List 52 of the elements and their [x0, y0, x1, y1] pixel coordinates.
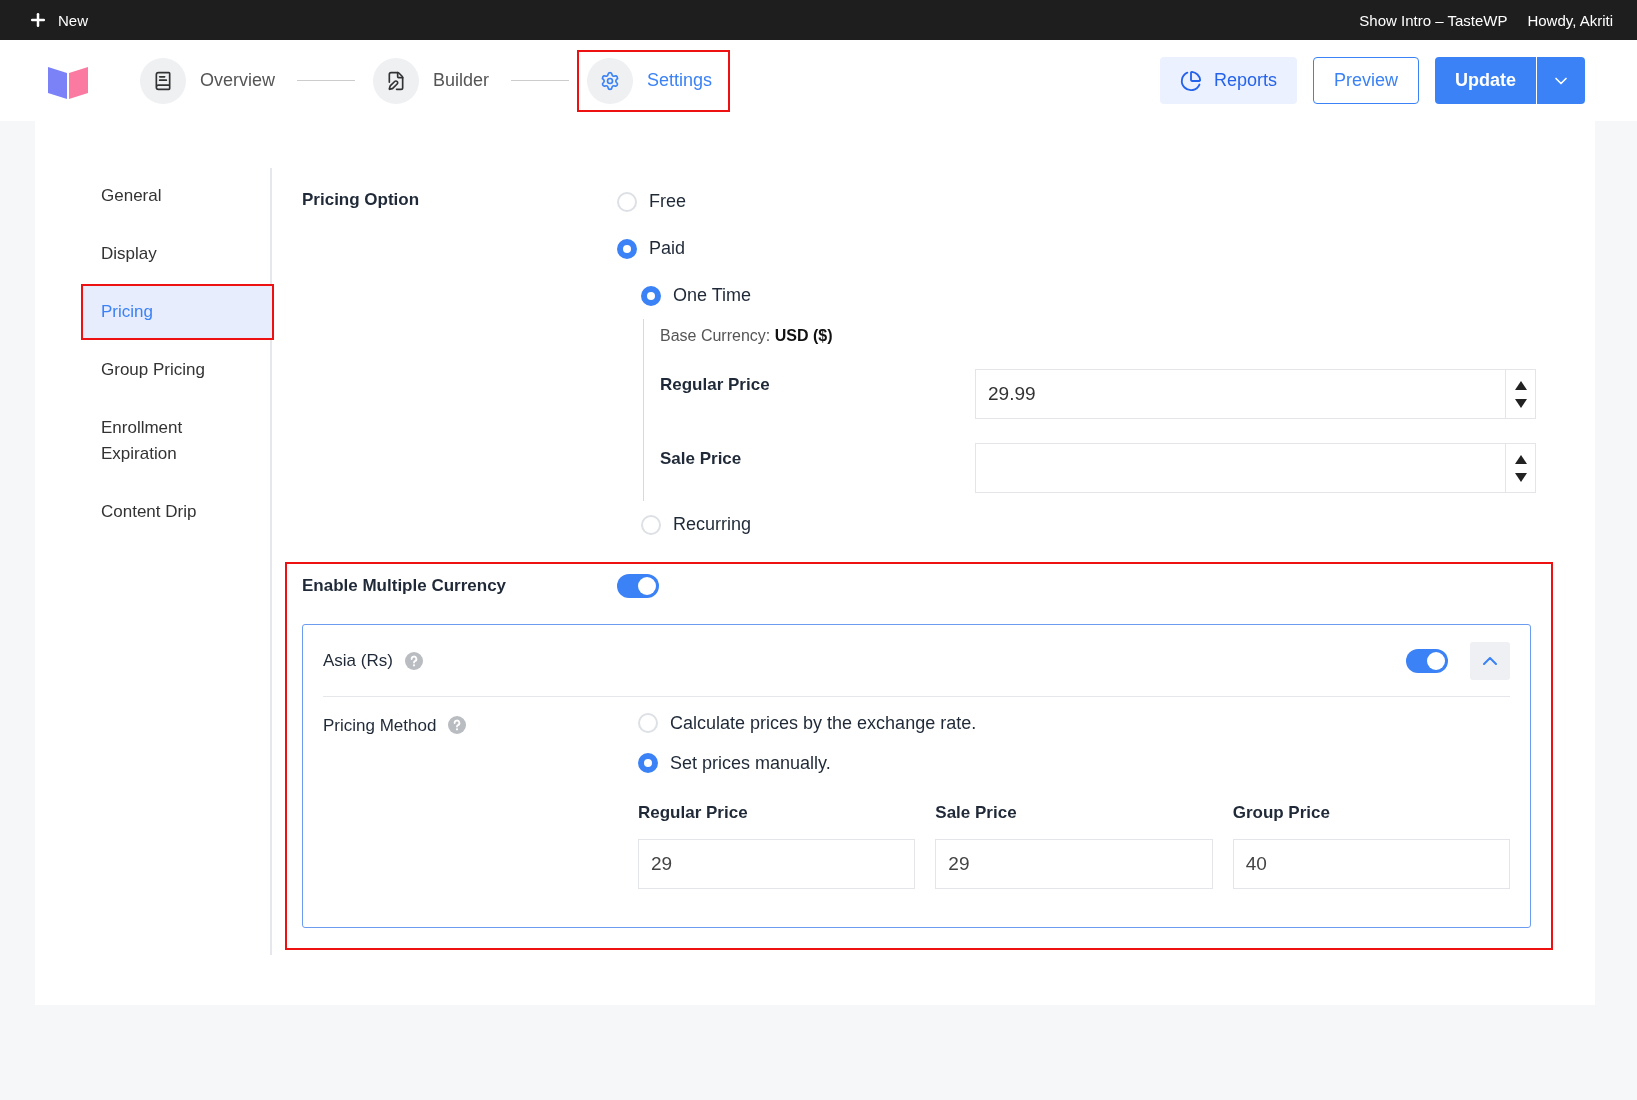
field-label: Pricing Option [302, 189, 421, 211]
increment-icon[interactable] [1514, 380, 1527, 390]
update-button[interactable]: Update [1435, 57, 1536, 104]
file-pen-icon [386, 70, 406, 91]
radio-option[interactable]: Paid [617, 225, 1536, 272]
radio-option[interactable]: Recurring [641, 501, 1536, 548]
help-icon[interactable] [404, 651, 423, 670]
collapse-button[interactable] [1470, 641, 1510, 680]
field-label: Group Price [1232, 803, 1331, 823]
book-icon [153, 70, 173, 91]
admin-bar-link[interactable]: Show Intro – TasteWP [1359, 11, 1508, 29]
radio-option[interactable]: Calculate prices by the exchange rate. [638, 703, 1510, 743]
base-currency-text: Base Currency: USD ($) [660, 327, 834, 345]
preview-button[interactable]: Preview [1312, 57, 1419, 104]
dropdown-button[interactable] [1536, 57, 1585, 104]
help-icon[interactable] [448, 716, 467, 734]
sidebar-item[interactable]: Group Pricing [81, 342, 270, 398]
field-label: Regular Price [660, 374, 771, 395]
field-label: Sale Price [660, 448, 743, 469]
price-field[interactable]: 40 [1232, 839, 1510, 889]
sidebar-item[interactable]: Content Drip [81, 484, 270, 540]
settings-icon [600, 70, 621, 91]
radio-option[interactable]: Free [617, 178, 1536, 225]
toggle-switch[interactable] [1406, 648, 1448, 673]
number-field[interactable] [975, 443, 1536, 493]
radio-option[interactable]: One Time [641, 272, 1536, 319]
field-label: Pricing Method [323, 716, 437, 736]
number-input[interactable]: 29.99 [976, 383, 1505, 405]
step-tab[interactable]: Settings [577, 49, 731, 112]
region-name: Asia (Rs) [323, 650, 393, 671]
pie-chart-icon [1179, 69, 1202, 92]
admin-bar-link[interactable]: Howdy, Akriti [1527, 11, 1613, 29]
decrement-icon[interactable] [1514, 398, 1527, 408]
sidebar-item[interactable]: Enrollment Expiration [81, 400, 270, 482]
reports-button[interactable]: Reports [1159, 57, 1297, 104]
step-tab[interactable]: Overview [130, 49, 293, 112]
increment-icon[interactable] [1514, 454, 1527, 464]
plus-icon [28, 10, 48, 30]
price-field[interactable]: 29 [638, 839, 916, 889]
sidebar-item[interactable]: General [81, 168, 270, 224]
chevron-up-icon [1483, 656, 1497, 665]
sidebar-item[interactable]: Display [81, 226, 270, 282]
price-field[interactable]: 29 [935, 839, 1213, 889]
step-tab[interactable]: Builder [363, 49, 508, 112]
field-label: Enable Multiple Currency [302, 576, 508, 596]
number-field[interactable]: 29.99 [975, 369, 1536, 419]
new-link[interactable]: New [28, 10, 88, 30]
field-label: Sale Price [935, 803, 1018, 823]
field-label: Regular Price [638, 803, 749, 823]
radio-option[interactable]: Set prices manually. [638, 743, 1510, 783]
decrement-icon[interactable] [1514, 472, 1527, 482]
toggle-switch[interactable] [617, 574, 659, 598]
